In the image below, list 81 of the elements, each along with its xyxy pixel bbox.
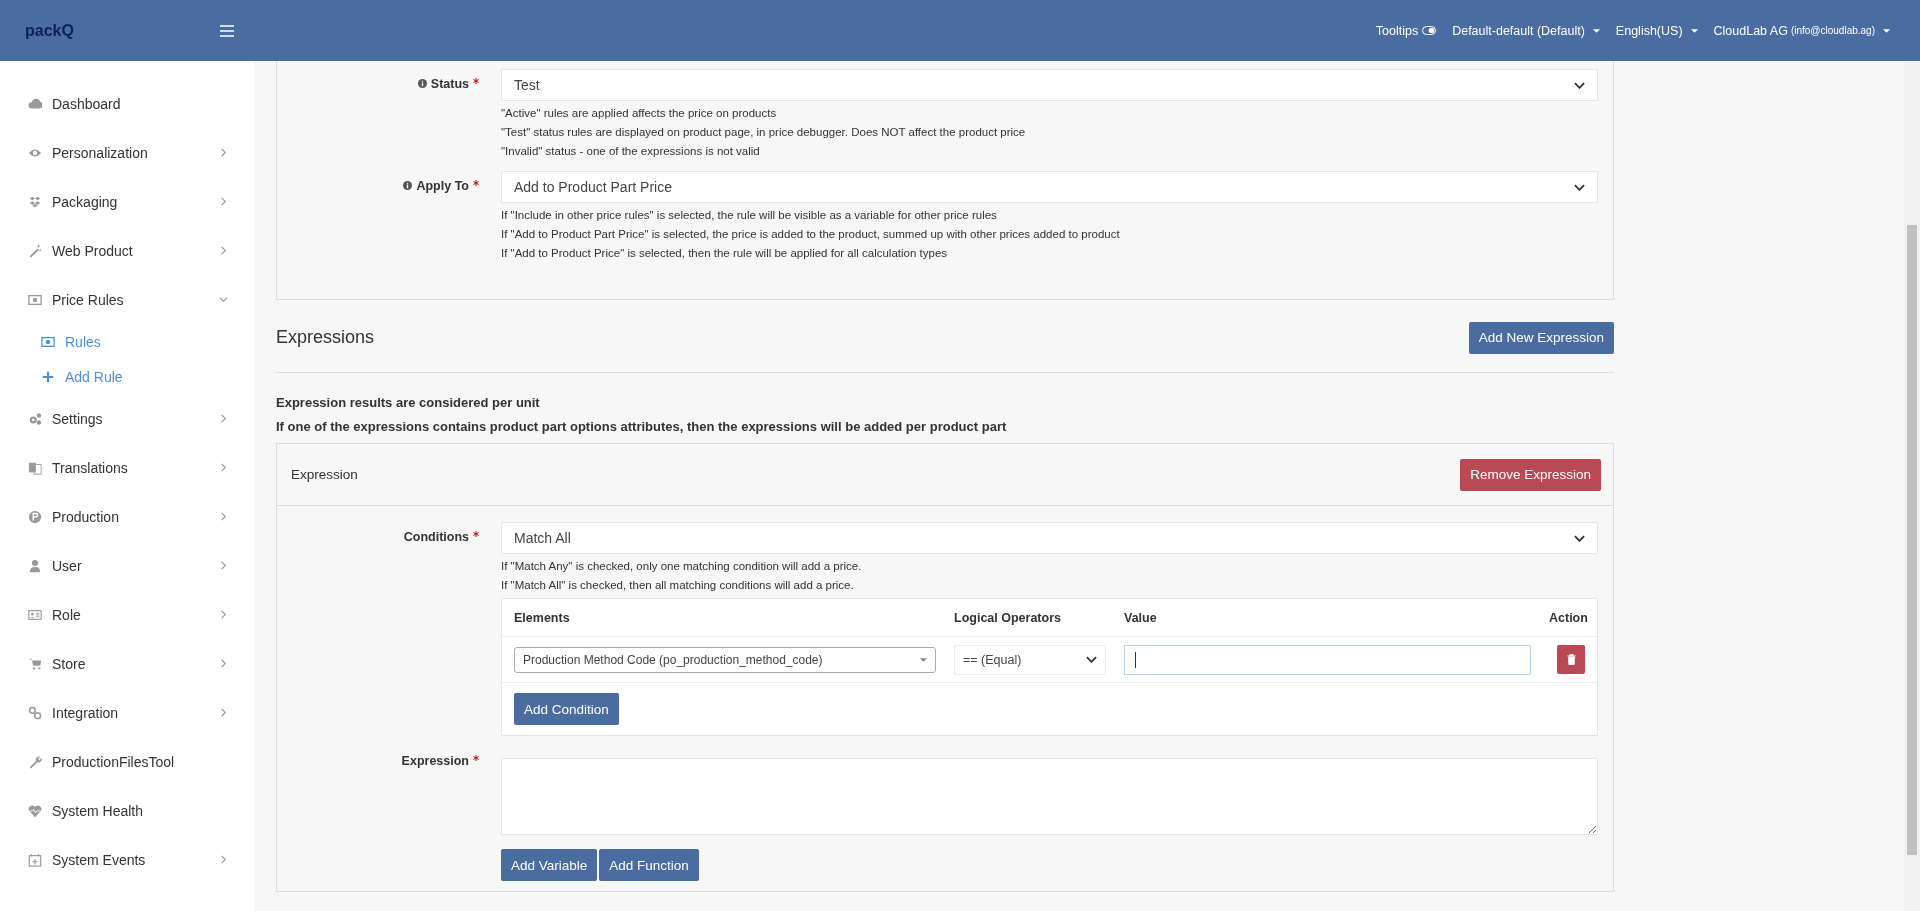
sidebar-item[interactable]: Role — [0, 590, 254, 639]
select-field[interactable]: Test — [501, 69, 1598, 101]
help-text: If "Match All" is checked, then all matching conditions will add a price. — [501, 578, 855, 593]
sidebar-item[interactable]: System Events — [0, 835, 254, 884]
scrollbar-thumb[interactable] — [1907, 225, 1917, 855]
dropdown-menu[interactable]: Default-default (Default) — [1452, 23, 1600, 38]
add-condition-button[interactable]: Add Condition — [514, 693, 619, 725]
trash-icon — [1566, 654, 1576, 665]
cart-icon — [28, 656, 42, 671]
sidebar-item[interactable]: Packaging — [0, 177, 254, 226]
caret-icon — [1883, 28, 1890, 33]
field-label: Apply To — [277, 171, 501, 263]
caret-icon — [920, 657, 927, 662]
help-text: "Active" rules are applied affects the price on products — [501, 106, 778, 121]
section-title: Expressions — [276, 327, 375, 348]
dropdown-menu[interactable]: English(US) — [1615, 23, 1698, 38]
sidebar-item[interactable]: Dashboard — [0, 79, 254, 128]
field-label: Conditions — [277, 522, 501, 736]
column-header: Elements — [513, 610, 571, 625]
help-text: If "Add to Product Part Price" is selected, the price is added to the product, summed up with other prices added to product — [501, 227, 1121, 242]
toolbar-button[interactable]: Add Variable — [501, 849, 598, 881]
boxes-icon — [28, 194, 42, 209]
sidebar-item[interactable]: Settings — [0, 394, 254, 443]
sidebar-item[interactable]: User — [0, 541, 254, 590]
chevron-down-icon — [1574, 81, 1585, 89]
chevron-down-icon — [1574, 534, 1585, 542]
select-field[interactable]: Add to Product Part Price — [501, 171, 1598, 203]
caret-icon — [1690, 28, 1698, 33]
sidebar-item[interactable]: ProductionFilesTool — [0, 737, 254, 786]
sidebar-item[interactable]: System Health — [0, 786, 254, 835]
field-label: Status — [277, 69, 501, 161]
plus-icon — [41, 369, 55, 384]
sidebar-item[interactable]: Personalization — [0, 128, 254, 177]
toggle-icon — [1422, 26, 1437, 35]
banknote-icon — [41, 334, 55, 349]
sidebar-item[interactable]: Production — [0, 492, 254, 541]
chevron-down-icon — [1574, 183, 1585, 191]
info-icon — [417, 79, 427, 88]
calendar-plus-icon — [28, 852, 42, 867]
remove-expression-button[interactable]: Remove Expression — [1460, 458, 1601, 491]
link-icon — [28, 705, 42, 720]
note-text: If one of the expressions contains product part options attributes, then the expressions will be added per product part — [276, 418, 1008, 436]
id-card-icon — [28, 607, 42, 622]
note-text: Expression results are considered per unit — [276, 394, 541, 412]
element-select[interactable]: Production Method Code (po_production_method_code) — [514, 646, 936, 673]
select-field[interactable]: Match All — [501, 522, 1598, 554]
sidebar-item[interactable]: Store — [0, 639, 254, 688]
field-label: Expression — [277, 746, 501, 881]
column-header: Value — [1123, 610, 1158, 625]
help-text: If "Include in other price rules" is selected, the rule will be visible as a variable for other price rules — [501, 208, 998, 223]
dropdown-menu[interactable]: CloudLab AG (info@cloudlab.ag) — [1713, 23, 1890, 38]
wrench-icon — [28, 754, 42, 769]
card-title: Expression — [291, 467, 358, 482]
help-text: If "Match Any" is checked, only one matching condition will add a price. — [501, 559, 863, 574]
value-input[interactable] — [1124, 644, 1531, 675]
add-expression-button[interactable]: Add New Expression — [1468, 321, 1614, 354]
operator-select[interactable]: == (Equal) — [954, 644, 1106, 675]
help-text: "Test" status rules are displayed on product page, in price debugger. Does NOT affect the product price — [501, 125, 1027, 140]
p-circle-icon — [28, 509, 42, 524]
banknote-icon — [28, 292, 42, 307]
sidebar-item[interactable]: Web Product — [0, 226, 254, 275]
delete-button[interactable] — [1557, 645, 1585, 674]
column-header: Action — [1548, 610, 1589, 625]
sidebar-item[interactable]: Translations — [0, 443, 254, 492]
scrollbar[interactable] — [1904, 61, 1920, 911]
column-header: Logical Operators — [953, 610, 1062, 625]
caret-icon — [1592, 28, 1600, 33]
sidebar-item[interactable]: Integration — [0, 688, 254, 737]
sidebar-item[interactable]: Price Rules — [0, 275, 254, 324]
help-text: If "Add to Product Price" is selected, then the rule will be applied for all calculation types — [501, 246, 949, 261]
info-icon — [403, 181, 413, 190]
heartbeat-icon — [28, 803, 42, 818]
menu-icon — [220, 24, 234, 37]
help-text: "Invalid" status - one of the expressions is not valid — [501, 144, 761, 159]
wand-icon — [28, 243, 42, 258]
user-icon — [28, 558, 42, 573]
expression-textarea[interactable] — [501, 758, 1598, 835]
chevron-down-icon — [1086, 656, 1097, 663]
cloud-icon — [28, 96, 42, 111]
toolbar-button[interactable]: Add Function — [599, 849, 699, 881]
tooltips-toggle[interactable]: Tooltips — [1375, 23, 1437, 38]
